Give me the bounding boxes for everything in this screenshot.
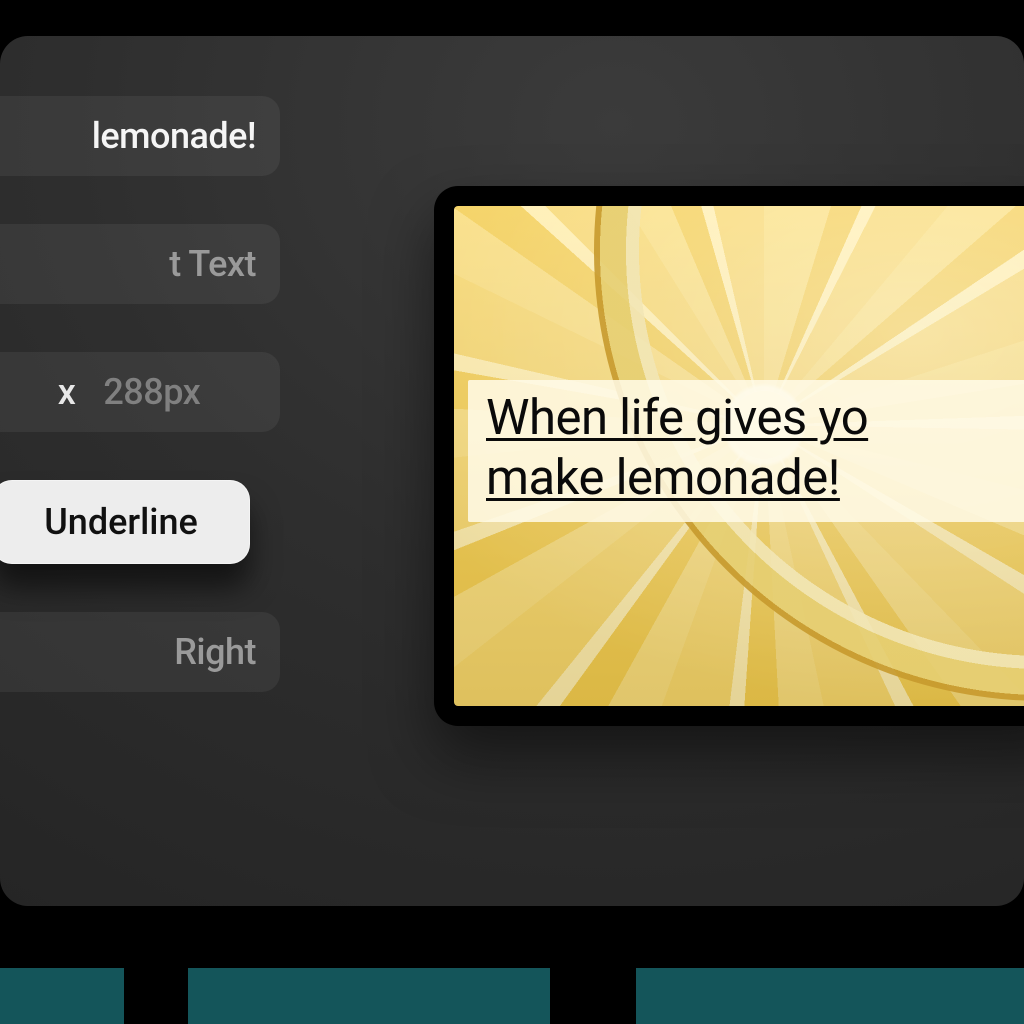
- caption-line-1: When life gives yo: [486, 389, 868, 446]
- editor-panel: lemonade! t Text x 288px Underline Right…: [0, 36, 1024, 906]
- footer-segment: [636, 968, 1024, 1024]
- text-placeholder-field[interactable]: t Text: [0, 224, 280, 304]
- underline-button[interactable]: Underline: [0, 480, 250, 564]
- size-value-b: 288px: [103, 371, 200, 413]
- text-value-field[interactable]: lemonade!: [0, 96, 280, 176]
- controls-sidebar: lemonade! t Text x 288px Underline Right: [0, 96, 280, 692]
- align-right-option[interactable]: Right: [0, 612, 280, 692]
- size-field[interactable]: x 288px: [0, 352, 280, 432]
- preview-canvas[interactable]: When life gives yo make lemonade!: [454, 206, 1024, 706]
- footer-segment: [188, 968, 550, 1024]
- caption-text-box[interactable]: When life gives yo make lemonade!: [468, 380, 1024, 522]
- preview-device-frame: When life gives yo make lemonade!: [434, 186, 1024, 726]
- footer-segment: [0, 968, 124, 1024]
- size-value-a: x: [58, 371, 76, 413]
- caption-line-2: make lemonade!: [486, 449, 840, 506]
